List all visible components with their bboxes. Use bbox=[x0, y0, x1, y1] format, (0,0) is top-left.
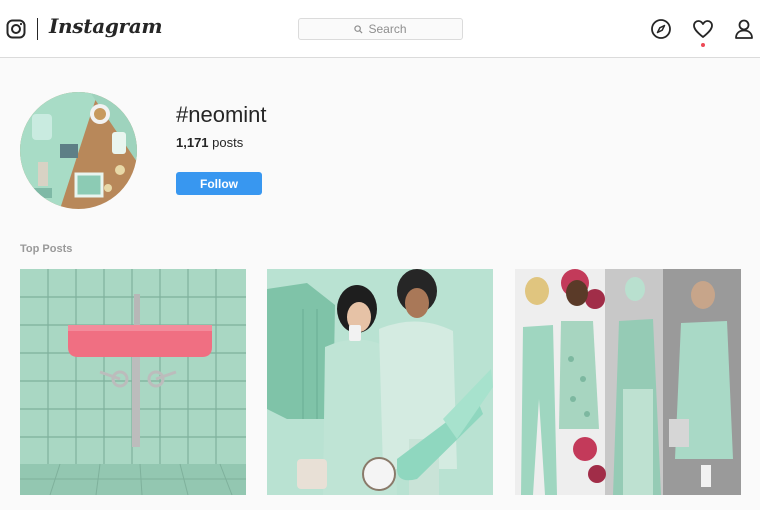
hashtag-title: #neomint bbox=[176, 102, 267, 127]
post-count: 1,171 posts bbox=[176, 135, 243, 150]
instagram-wordmark[interactable]: Instagram bbox=[49, 14, 163, 38]
search-icon bbox=[354, 24, 363, 34]
top-post-1[interactable] bbox=[20, 269, 246, 495]
instagram-glyph-icon[interactable] bbox=[6, 19, 26, 39]
top-post-2[interactable] bbox=[267, 269, 493, 495]
person-icon[interactable] bbox=[733, 18, 755, 40]
top-navigation-bar: Instagram Search bbox=[0, 0, 760, 58]
post-count-label: posts bbox=[208, 135, 244, 150]
notification-dot bbox=[701, 43, 705, 47]
logo-divider bbox=[37, 18, 38, 40]
heart-icon[interactable] bbox=[692, 18, 714, 40]
top-post-3[interactable] bbox=[515, 269, 741, 495]
follow-button[interactable]: Follow bbox=[176, 172, 262, 195]
post-count-number: 1,171 bbox=[176, 135, 209, 150]
compass-icon[interactable] bbox=[650, 18, 672, 40]
top-posts-heading: Top Posts bbox=[20, 243, 73, 255]
search-input[interactable]: Search bbox=[298, 18, 463, 40]
search-placeholder: Search bbox=[368, 22, 407, 36]
hashtag-avatar bbox=[20, 92, 137, 209]
